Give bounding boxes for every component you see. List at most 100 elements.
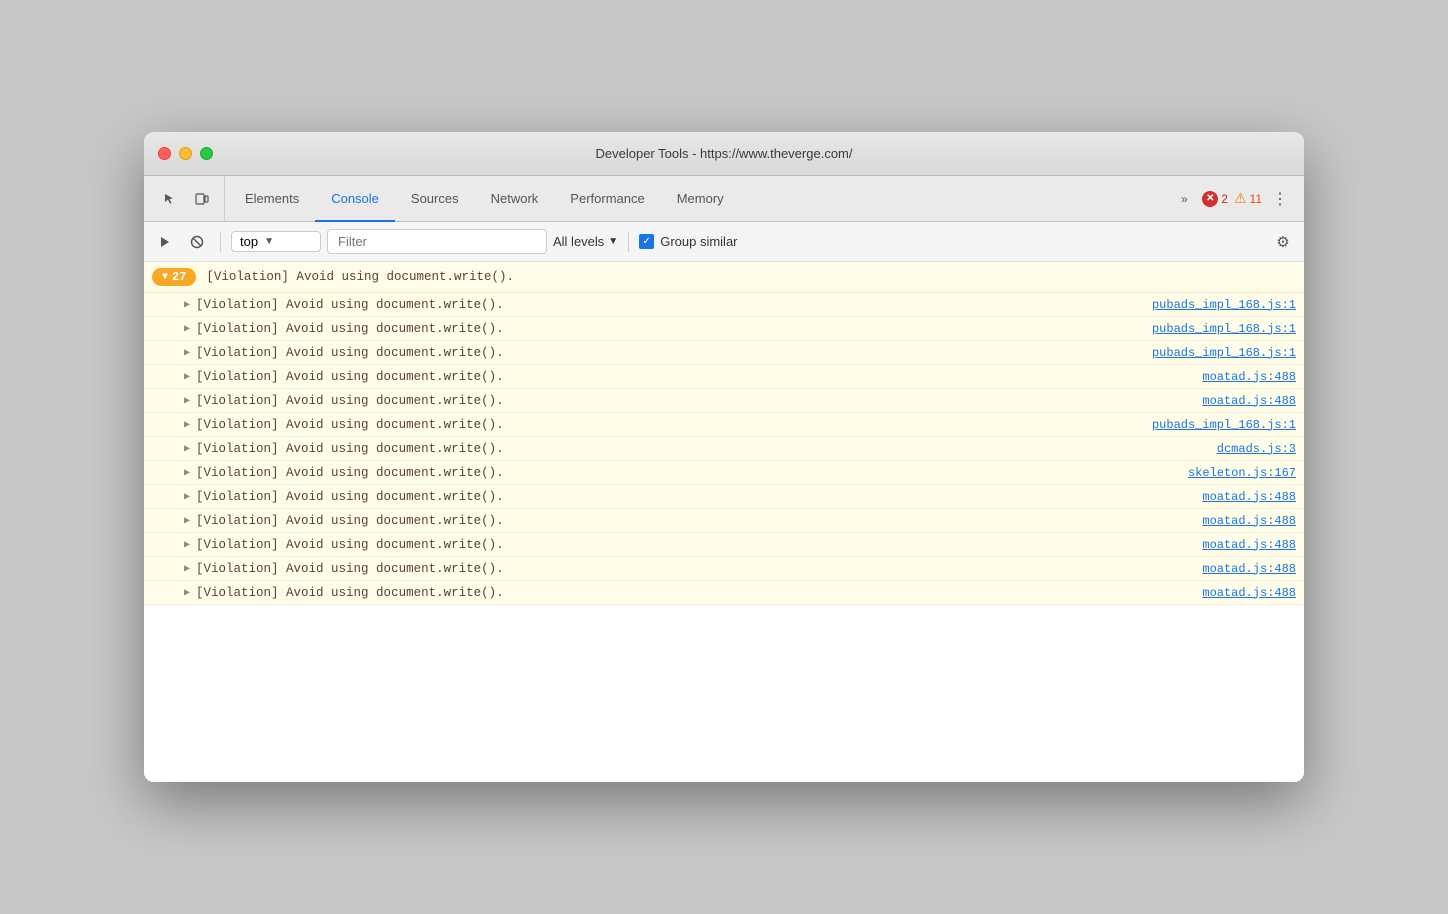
row-source-link[interactable]: moatad.js:488 [1202,586,1296,600]
toolbar-divider-1 [220,232,221,252]
row-source-link[interactable]: pubads_impl_168.js:1 [1152,322,1296,336]
cursor-tool-button[interactable] [156,185,184,213]
violation-count-badge[interactable]: ▼ 27 [152,268,196,286]
row-source-link[interactable]: moatad.js:488 [1202,514,1296,528]
console-settings-button[interactable]: ⚙ [1270,229,1296,255]
console-toolbar: top ▼ All levels ▼ ✓ Group similar ⚙ [144,222,1304,262]
row-source-link[interactable]: skeleton.js:167 [1188,466,1296,480]
clear-console-button[interactable] [152,229,178,255]
maximize-button[interactable] [200,147,213,160]
row-message: [Violation] Avoid using document.write()… [196,586,1202,600]
row-expand-icon[interactable]: ▶ [184,323,190,335]
group-similar-checkbox[interactable]: ✓ [639,234,654,249]
row-expand-icon[interactable]: ▶ [184,395,190,407]
row-message: [Violation] Avoid using document.write()… [196,346,1152,360]
row-expand-icon[interactable]: ▶ [184,419,190,431]
row-source-link[interactable]: dcmads.js:3 [1217,442,1296,456]
traffic-lights [158,147,213,160]
row-expand-icon[interactable]: ▶ [184,587,190,599]
row-expand-icon[interactable]: ▶ [184,371,190,383]
device-mode-button[interactable] [188,185,216,213]
tab-memory[interactable]: Memory [661,177,740,222]
tab-bar-icons [148,176,225,221]
device-icon [195,192,209,206]
row-message: [Violation] Avoid using document.write()… [196,394,1202,408]
level-dropdown-icon: ▼ [608,236,618,247]
violation-count: 27 [172,270,186,284]
tab-network[interactable]: Network [475,177,555,222]
tab-right-controls: » ✕ 2 ⚠ 11 ⋮ [1164,176,1300,221]
gear-icon: ⚙ [1276,233,1289,251]
log-level-selector[interactable]: All levels ▼ [553,234,618,249]
tab-spacer [740,176,1165,221]
devtools-window: Developer Tools - https://www.theverge.c… [144,132,1304,782]
row-source-link[interactable]: moatad.js:488 [1202,394,1296,408]
table-row: ▶ [Violation] Avoid using document.write… [144,557,1304,581]
cursor-icon [163,192,177,206]
tab-elements[interactable]: Elements [229,177,315,222]
table-row: ▶ [Violation] Avoid using document.write… [144,293,1304,317]
row-expand-icon[interactable]: ▶ [184,491,190,503]
dropdown-arrow-icon: ▼ [264,236,274,247]
table-row: ▶ [Violation] Avoid using document.write… [144,581,1304,605]
table-row: ▶ [Violation] Avoid using document.write… [144,509,1304,533]
error-badge: ✕ 2 [1202,191,1228,207]
tab-console[interactable]: Console [315,177,395,222]
close-button[interactable] [158,147,171,160]
group-similar-label: Group similar [660,234,737,249]
table-row: ▶ [Violation] Avoid using document.write… [144,485,1304,509]
row-message: [Violation] Avoid using document.write()… [196,514,1202,528]
row-expand-icon[interactable]: ▶ [184,563,190,575]
table-row: ▶ [Violation] Avoid using document.write… [144,341,1304,365]
group-header-message: [Violation] Avoid using document.write()… [206,270,514,284]
tab-bar: Elements Console Sources Network Perform… [144,176,1304,222]
block-requests-button[interactable] [184,229,210,255]
violation-group-header[interactable]: ▼ 27 [Violation] Avoid using document.wr… [144,262,1304,293]
row-message: [Violation] Avoid using document.write()… [196,562,1202,576]
row-expand-icon[interactable]: ▶ [184,467,190,479]
row-message: [Violation] Avoid using document.write()… [196,418,1152,432]
row-source-link[interactable]: moatad.js:488 [1202,538,1296,552]
table-row: ▶ [Violation] Avoid using document.write… [144,461,1304,485]
group-similar-control: ✓ Group similar [639,234,737,249]
row-expand-icon[interactable]: ▶ [184,443,190,455]
row-expand-icon[interactable]: ▶ [184,515,190,527]
table-row: ▶ [Violation] Avoid using document.write… [144,533,1304,557]
row-source-link[interactable]: pubads_impl_168.js:1 [1152,346,1296,360]
row-source-link[interactable]: pubads_impl_168.js:1 [1152,298,1296,312]
row-message: [Violation] Avoid using document.write()… [196,538,1202,552]
table-row: ▶ [Violation] Avoid using document.write… [144,365,1304,389]
row-message: [Violation] Avoid using document.write()… [196,322,1152,336]
row-expand-icon[interactable]: ▶ [184,347,190,359]
badge-collapse-icon: ▼ [162,272,168,283]
context-selector[interactable]: top ▼ [231,231,321,252]
console-rows: ▶ [Violation] Avoid using document.write… [144,293,1304,605]
devtools-menu-button[interactable]: ⋮ [1268,185,1292,213]
row-source-link[interactable]: moatad.js:488 [1202,562,1296,576]
row-source-link[interactable]: moatad.js:488 [1202,370,1296,384]
filter-input[interactable] [327,229,547,254]
minimize-button[interactable] [179,147,192,160]
row-source-link[interactable]: pubads_impl_168.js:1 [1152,418,1296,432]
row-source-link[interactable]: moatad.js:488 [1202,490,1296,504]
row-message: [Violation] Avoid using document.write()… [196,370,1202,384]
row-expand-icon[interactable]: ▶ [184,539,190,551]
warning-icon: ⚠ [1234,190,1247,207]
row-message: [Violation] Avoid using document.write()… [196,490,1202,504]
tab-performance[interactable]: Performance [554,177,660,222]
play-icon [158,235,172,249]
block-icon [190,235,204,249]
row-expand-icon[interactable]: ▶ [184,299,190,311]
toolbar-divider-2 [628,232,629,252]
error-icon: ✕ [1202,191,1218,207]
row-message: [Violation] Avoid using document.write()… [196,442,1217,456]
tab-sources[interactable]: Sources [395,177,475,222]
table-row: ▶ [Violation] Avoid using document.write… [144,413,1304,437]
more-tabs-button[interactable]: » [1172,187,1196,211]
warning-badge: ⚠ 11 [1234,190,1262,207]
table-row: ▶ [Violation] Avoid using document.write… [144,317,1304,341]
more-tabs-icon: » [1181,192,1188,206]
console-content: ▼ 27 [Violation] Avoid using document.wr… [144,262,1304,782]
checkmark-icon: ✓ [643,236,651,247]
table-row: ▶ [Violation] Avoid using document.write… [144,437,1304,461]
